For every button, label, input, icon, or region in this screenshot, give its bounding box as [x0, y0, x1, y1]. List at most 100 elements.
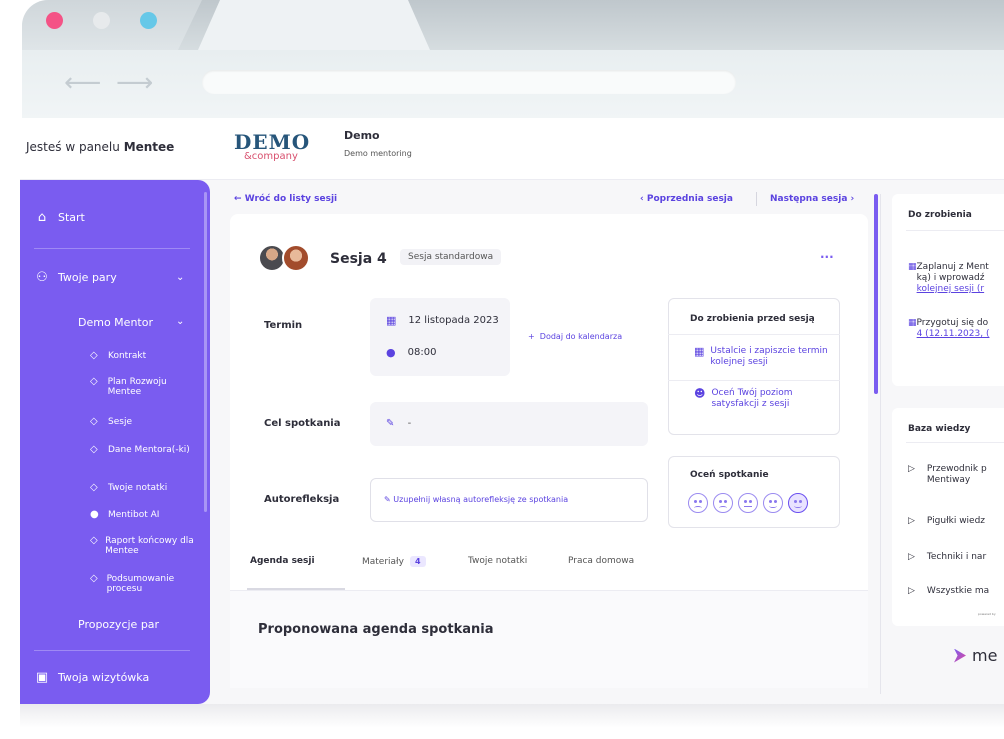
browser-chrome	[22, 0, 1004, 118]
todo-schedule-next[interactable]: ▦ Ustalcie i zapiszcie termin kolejnej s…	[694, 346, 834, 368]
sidebar-subitem-mentibot[interactable]: ● Mentibot AI	[90, 510, 160, 521]
rating-very-bad-icon[interactable]	[688, 493, 708, 513]
sidebar-subitem-label: Plan Rozwoju Mentee	[107, 377, 167, 397]
date-value: 12 listopada 2023	[408, 315, 499, 326]
card-divider	[668, 334, 840, 335]
chevron-down-icon[interactable]: ⌄	[176, 316, 184, 327]
leaf-icon: ◇	[90, 573, 98, 584]
logo-main-text: DEMO	[234, 130, 311, 154]
panel-separator	[880, 194, 881, 694]
add-to-calendar-link[interactable]: + Dodaj do kalendarza	[528, 332, 622, 341]
session-title: Sesja 4	[330, 251, 387, 267]
screenshot-stage: ⟵ ⟶ Jesteś w panelu Mentee DEMO &company…	[0, 0, 1004, 739]
powered-by: powered by	[978, 612, 996, 616]
sidebar-item-label: Propozycje par	[78, 618, 160, 631]
rating-very-good-icon[interactable]	[788, 493, 808, 513]
calendar-plus-icon: ▦	[908, 262, 917, 272]
app-topbar: Jesteś w panelu Mentee DEMO &company Dem…	[20, 118, 1004, 180]
next-session-link[interactable]: Następna sesja ›	[770, 194, 854, 204]
panel-role: Mentee	[123, 140, 175, 154]
sidebar-item-proposals[interactable]: Propozycje par	[78, 618, 159, 631]
more-options-icon[interactable]: ···	[820, 250, 834, 264]
users-icon: ⚇	[36, 270, 48, 285]
todo-panel-title: Do zrobienia	[908, 210, 972, 220]
brand-logo: me	[954, 646, 997, 665]
content-scrollbar[interactable]	[874, 194, 878, 394]
leaf-icon: ◇	[90, 376, 98, 387]
sidebar-item-start[interactable]: ⌂ Start	[34, 210, 85, 225]
sidebar-subitem-label: Mentibot AI	[108, 510, 160, 520]
reflection-cta[interactable]: ✎ Uzupełnij własną autorefleksję ze spot…	[384, 495, 568, 504]
company-program: Demo mentoring	[344, 149, 412, 158]
address-bar[interactable]	[202, 70, 736, 94]
window-maximize-button[interactable]	[140, 12, 157, 29]
sidebar: ⌂ Start ⚇ Twoje pary ⌄ Demo Mentor ⌄ ◇ Ko…	[20, 180, 210, 704]
todo-item-prepare[interactable]: ▦Przygotuj się do 4 (12.11.2023, (	[908, 318, 989, 340]
window-minimize-button[interactable]	[93, 12, 110, 29]
sidebar-subitem-contract[interactable]: ◇ Kontrakt	[90, 351, 146, 362]
sidebar-divider	[34, 248, 190, 249]
kb-item-guide[interactable]: ▷ Przewodnik p Mentiway	[908, 464, 987, 486]
play-icon: ▷	[908, 586, 915, 596]
sidebar-item-card[interactable]: ▣ Twoja wizytówka	[34, 670, 149, 685]
chevron-down-icon[interactable]: ⌄	[176, 272, 184, 283]
tab-materials-label: Materiały	[362, 557, 404, 567]
back-to-sessions-link[interactable]: ← Wróć do listy sesji	[234, 194, 337, 204]
goal-field[interactable]	[370, 402, 648, 446]
rate-meeting-title: Oceń spotkanie	[690, 470, 769, 480]
knowledge-base-title: Baza wiedzy	[908, 424, 971, 434]
kb-item-all[interactable]: ▷ Wszystkie ma	[908, 586, 989, 597]
calendar-icon: ▣	[35, 670, 49, 685]
add-calendar-label: Dodaj do kalendarza	[539, 332, 623, 341]
sidebar-item-label: Start	[58, 211, 85, 224]
rating-good-icon[interactable]	[763, 493, 783, 513]
todo-link[interactable]: kolejnej sesji (r	[917, 284, 985, 294]
leaf-icon: ◇	[90, 444, 98, 455]
tab-notes[interactable]: Twoje notatki	[468, 556, 527, 566]
sidebar-subitem-summary[interactable]: ◇ Podsumowanie procesu	[90, 573, 200, 595]
todo-rate-satisfaction[interactable]: ☻ Oceń Twój poziom satysfakcji z sesji	[694, 388, 834, 410]
goal-text: -	[407, 418, 412, 429]
sidebar-subitem-mentor-data[interactable]: ◇ Dane Mentora(-ki)	[90, 444, 190, 456]
tab-agenda[interactable]: Agenda sesji	[250, 556, 315, 566]
sidebar-subitem-notes[interactable]: ◇ Twoje notatki	[90, 483, 167, 494]
browser-back-icon[interactable]: ⟵	[64, 68, 101, 98]
kb-item-label: Wszystkie ma	[926, 586, 990, 596]
browser-active-tab[interactable]	[198, 0, 430, 50]
rate-meeting-card	[668, 456, 840, 528]
sidebar-subitem-report[interactable]: ◇ Raport końcowy dla Mentee	[90, 536, 200, 557]
sidebar-subitem-plan[interactable]: ◇ Plan Rozwoju Mentee	[90, 376, 200, 398]
tab-materials[interactable]: Materiały 4	[362, 556, 426, 567]
sidebar-subitem-label: Raport końcowy dla Mentee	[105, 536, 194, 556]
kb-item-pills[interactable]: ▷ Pigułki wiedz	[908, 516, 985, 527]
kb-item-label: Przewodnik p Mentiway	[926, 464, 987, 485]
reflection-cta-label: Uzupełnij własną autorefleksję ze spotka…	[393, 495, 569, 504]
calendar-icon: ▦	[908, 318, 917, 328]
tab-homework[interactable]: Praca domowa	[568, 556, 634, 566]
todo-link[interactable]: 4 (12.11.2023, (	[917, 329, 990, 339]
smile-icon: ☻	[694, 387, 706, 400]
prev-link-label: Poprzednia sesja	[646, 194, 733, 204]
session-date: ▦ 12 listopada 2023	[386, 314, 499, 327]
calendar-icon: ▦	[386, 314, 397, 327]
sidebar-item-mentor[interactable]: Demo Mentor	[78, 316, 153, 329]
browser-forward-icon[interactable]: ⟶	[116, 68, 153, 98]
back-link-label: Wróć do listy sesji	[244, 194, 338, 204]
brand-text: me	[972, 646, 998, 665]
rating-bad-icon[interactable]	[713, 493, 733, 513]
rating-neutral-icon[interactable]	[738, 493, 758, 513]
sidebar-scrollbar[interactable]	[204, 192, 207, 512]
company-logo: DEMO &company	[234, 132, 324, 164]
reflection-label: Autorefleksja	[264, 494, 340, 505]
kb-item-techniques[interactable]: ▷ Techniki i nar	[908, 552, 986, 563]
sidebar-subitem-label: Podsumowanie procesu	[106, 574, 175, 594]
previous-session-link[interactable]: ‹ Poprzednia sesja	[640, 194, 733, 204]
sidebar-item-pairs[interactable]: ⚇ Twoje pary	[34, 270, 117, 285]
mentee-avatar	[282, 244, 310, 272]
window-close-button[interactable]	[46, 12, 63, 29]
home-icon: ⌂	[37, 210, 47, 225]
todo-item-plan[interactable]: ▦Zaplanuj z Ment ką) i wprowadź kolejnej…	[908, 262, 989, 295]
todo-line: ką) i wprowadź	[916, 273, 985, 283]
sidebar-subitem-label: Sesje	[108, 417, 132, 427]
sidebar-subitem-sessions[interactable]: ◇ Sesje	[90, 417, 132, 428]
